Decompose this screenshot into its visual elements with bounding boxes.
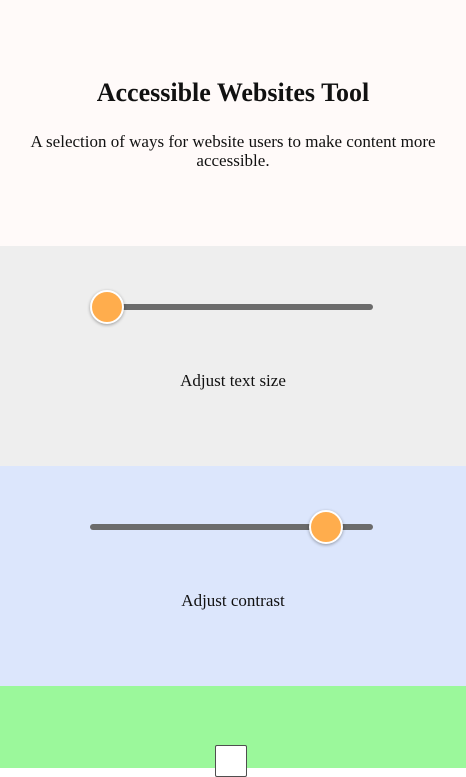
- contrast-label: Adjust contrast: [181, 591, 285, 610]
- toggle-panel: [0, 686, 466, 777]
- text-size-slider-thumb[interactable]: [90, 290, 124, 324]
- text-size-panel: Adjust text size: [0, 246, 466, 466]
- accessibility-checkbox[interactable]: [215, 745, 247, 777]
- page-title: Accessible Websites Tool: [96, 78, 370, 107]
- contrast-slider-thumb[interactable]: [309, 510, 344, 544]
- page-subtitle: A selection of ways for website users to…: [30, 132, 436, 170]
- contrast-panel: Adjust contrast: [0, 466, 466, 686]
- text-size-slider-track[interactable]: [90, 304, 373, 310]
- text-size-label: Adjust text size: [180, 371, 286, 390]
- header-section: Accessible Websites Tool A selection of …: [0, 0, 466, 246]
